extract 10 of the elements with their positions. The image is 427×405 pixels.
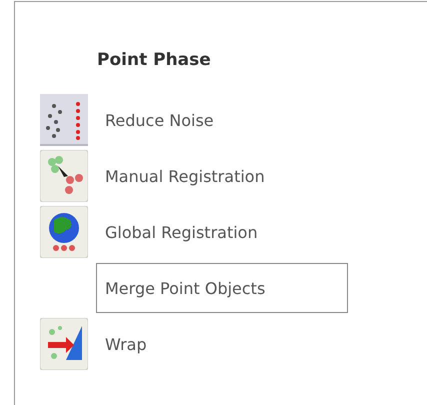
menu-item[interactable]: Wrap xyxy=(96,319,156,369)
section-heading: Point Phase xyxy=(97,50,212,70)
menu-item[interactable]: Merge Point Objects xyxy=(96,263,348,313)
menu-item[interactable]: Manual Registration xyxy=(96,151,274,201)
scatter-dots-icon[interactable] xyxy=(40,94,88,146)
menu-item[interactable]: Global Registration xyxy=(96,207,267,257)
globe-icon[interactable] xyxy=(40,206,88,258)
arrow-triangle-icon[interactable] xyxy=(40,318,88,370)
dots-cursor-icon[interactable] xyxy=(40,150,88,202)
menu-item[interactable]: Reduce Noise xyxy=(96,95,223,145)
